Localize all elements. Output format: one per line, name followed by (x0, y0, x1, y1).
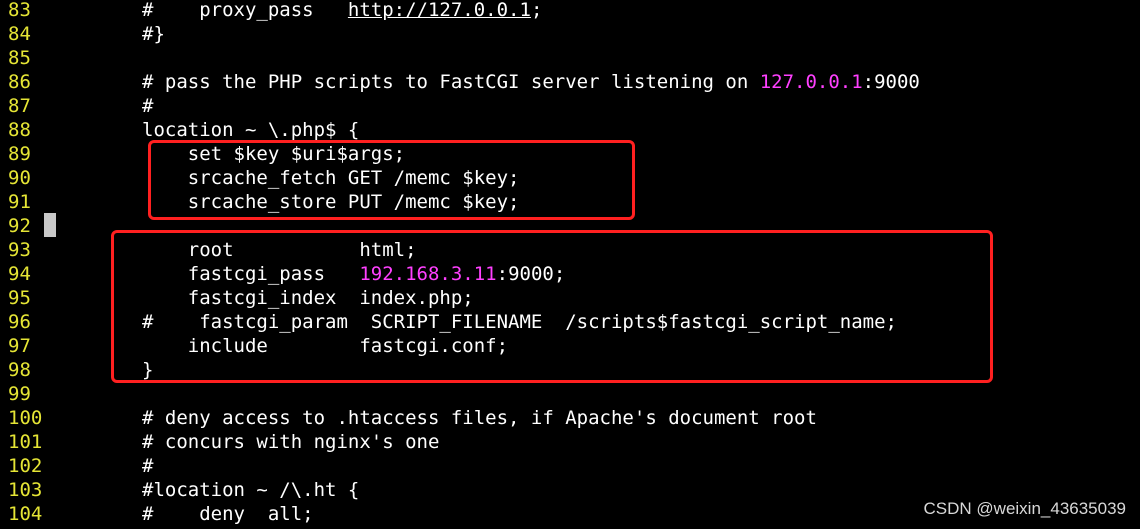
line-number: 104 (8, 503, 43, 525)
code-text: # (142, 454, 153, 478)
code-line[interactable]: 86 # pass the PHP scripts to FastCGI serv… (0, 70, 1140, 94)
line-number: 91 (8, 191, 31, 213)
line-number: 93 (8, 239, 31, 261)
line-number: 92 (8, 215, 31, 237)
code-segment: # concurs with nginx's one (142, 431, 440, 453)
code-segment: :9000 (862, 71, 920, 93)
code-text: #} (142, 22, 165, 46)
code-text: # (142, 94, 153, 118)
code-segment: #} (142, 23, 165, 45)
line-number: 99 (8, 383, 31, 405)
code-text: location ~ \.php$ { (142, 118, 359, 142)
code-number-literal: 127.0.0.1 (759, 71, 863, 93)
code-text: # concurs with nginx's one (142, 430, 439, 454)
code-segment: # (142, 95, 154, 117)
line-number: 83 (8, 0, 31, 21)
line-number: 90 (8, 167, 31, 189)
code-text: # deny all; (142, 502, 314, 526)
code-line[interactable]: 85 (0, 46, 1140, 70)
code-segment: ; (530, 0, 543, 21)
line-number: 88 (8, 119, 31, 141)
text-cursor (44, 213, 56, 237)
line-number: 84 (8, 23, 31, 45)
line-number: 101 (8, 431, 43, 453)
code-segment: # deny access to .htaccess files, if Apa… (142, 407, 817, 429)
line-number: 98 (8, 359, 31, 381)
line-number: 86 (8, 71, 31, 93)
code-line[interactable]: 87 # (0, 94, 1140, 118)
line-number: 97 (8, 335, 31, 357)
code-line[interactable]: 84 #} (0, 22, 1140, 46)
code-editor[interactable]: 104 # deny all; 103 #location ~ /\.ht { 102 #… (0, 0, 1140, 529)
code-segment: #location ~ /\.ht { (142, 479, 360, 501)
line-number: 102 (8, 455, 43, 477)
code-segment: # pass the PHP scripts to FastCGI server… (142, 71, 760, 93)
code-segment: location ~ \.php$ { (142, 119, 360, 141)
code-segment: # deny all; (142, 503, 314, 525)
code-text: # proxy_pass http://127.0.0.1; (142, 0, 542, 22)
code-segment: # proxy_pass (142, 0, 348, 21)
line-number: 85 (8, 47, 31, 69)
line-number: 103 (8, 479, 43, 501)
line-number: 96 (8, 311, 31, 333)
code-text: # deny access to .htaccess files, if Apa… (142, 406, 817, 430)
highlight-box-fastcgi (111, 230, 993, 383)
line-number: 89 (8, 143, 31, 165)
line-number: 95 (8, 287, 31, 309)
code-line[interactable]: 88 location ~ \.php$ { (0, 118, 1140, 142)
line-number: 100 (8, 407, 43, 429)
code-link[interactable]: http://127.0.0.1 (348, 0, 531, 21)
code-line[interactable]: 100 # deny access to .htaccess files, if … (0, 406, 1140, 430)
line-number: 94 (8, 263, 31, 285)
highlight-box-srcache (148, 140, 635, 220)
code-line[interactable]: 101 # concurs with nginx's one (0, 430, 1140, 454)
line-number: 87 (8, 95, 31, 117)
code-text: #location ~ /\.ht { (142, 478, 359, 502)
code-text: # pass the PHP scripts to FastCGI server… (142, 70, 920, 94)
code-segment: # (142, 455, 154, 477)
code-line[interactable]: 102 # (0, 454, 1140, 478)
watermark: CSDN @weixin_43635039 (923, 499, 1126, 518)
code-line[interactable]: 83 # proxy_pass http://127.0.0.1; (0, 0, 1140, 22)
code-line[interactable]: 99 (0, 382, 1140, 406)
